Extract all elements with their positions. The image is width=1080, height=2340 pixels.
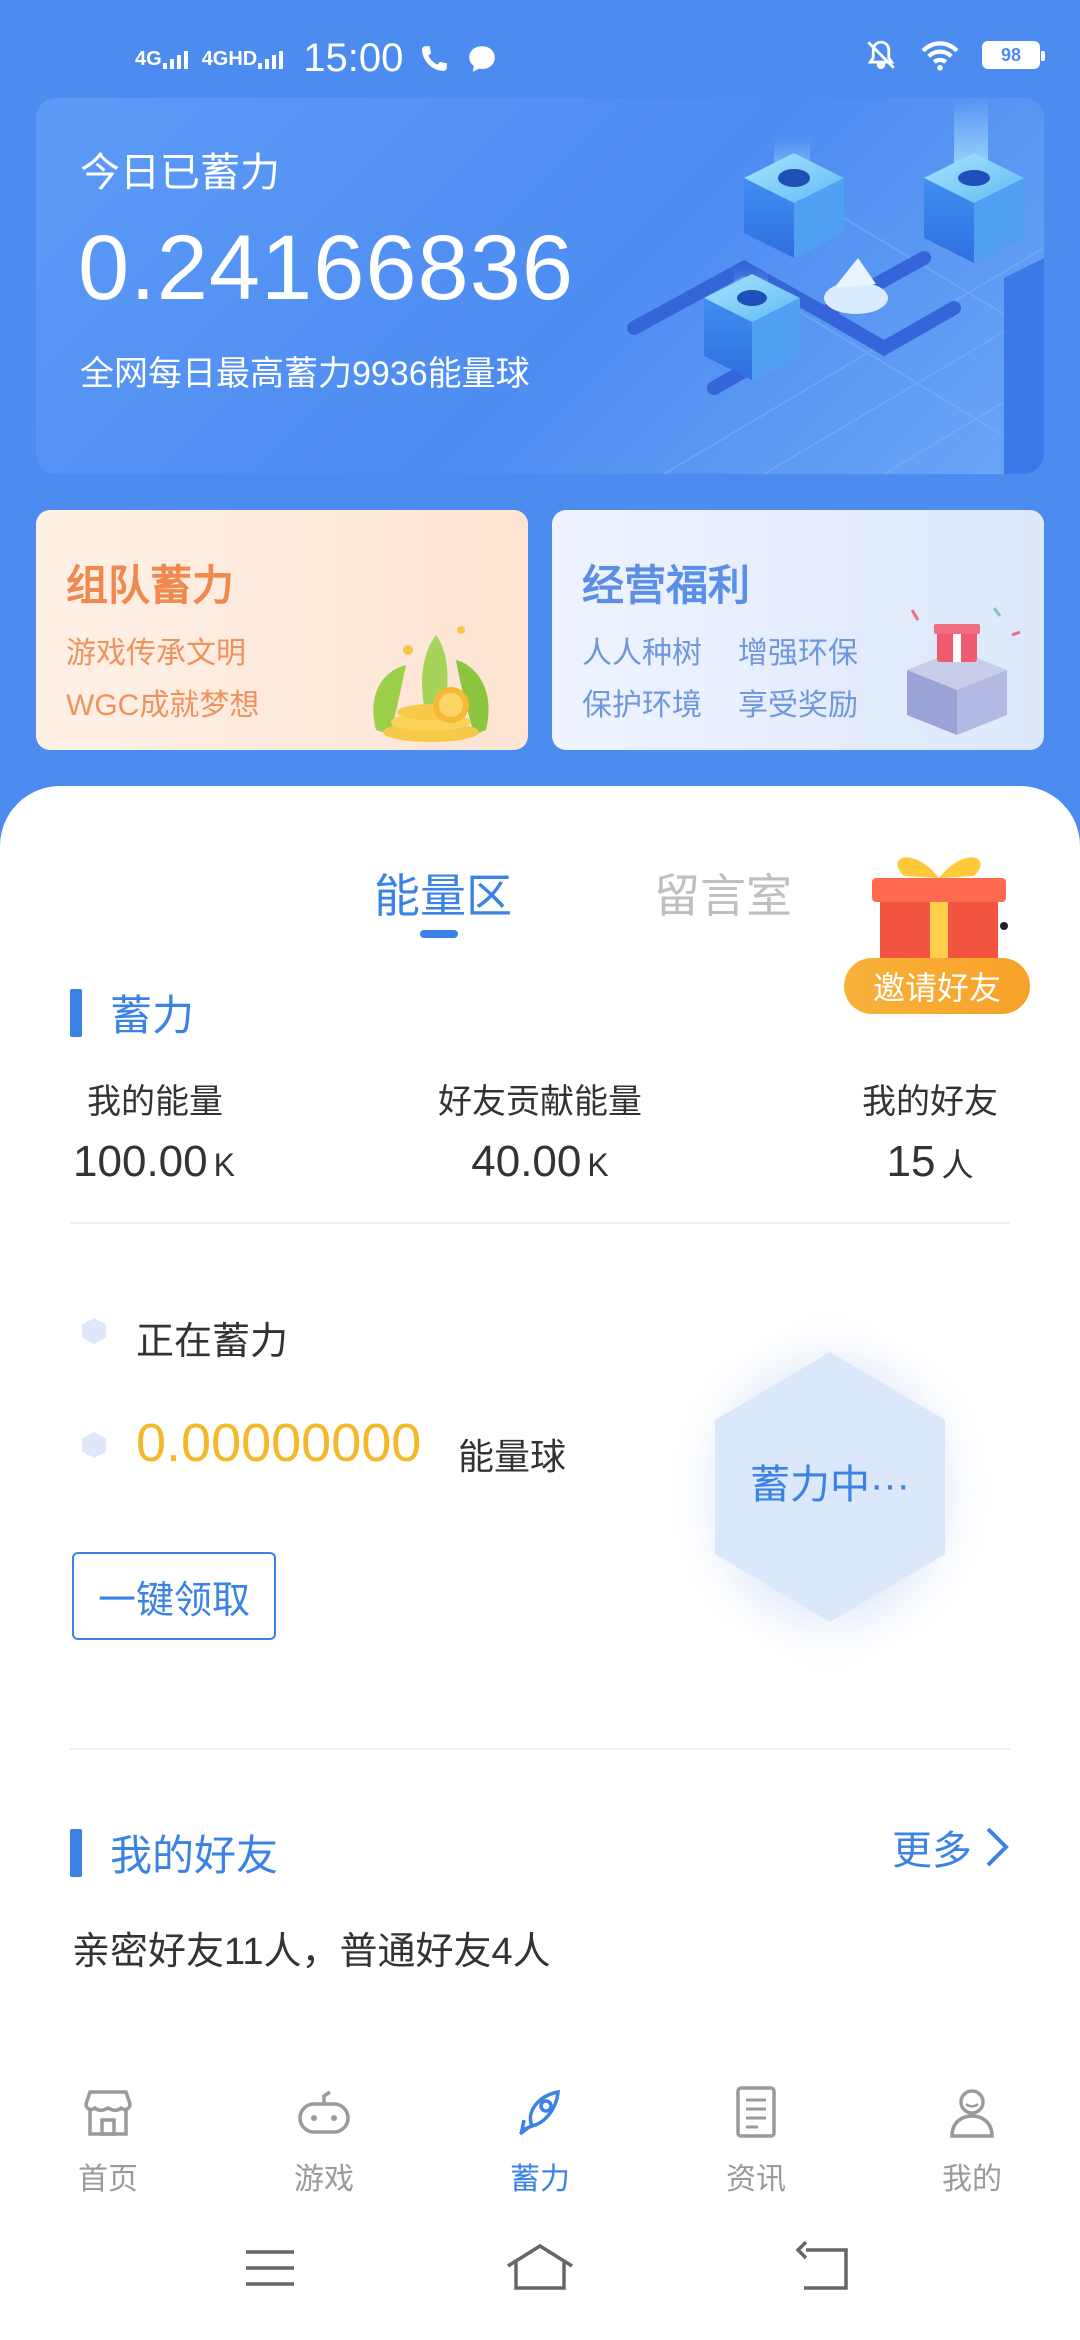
my-energy-value: 100.00	[73, 1137, 208, 1186]
stat-label: 好友贡献能量	[438, 1083, 642, 1121]
chevron-right-icon	[986, 1827, 1009, 1867]
team-charge-line2: WGC成就梦想	[66, 689, 260, 722]
network-type-2: 4GHD	[201, 47, 258, 70]
friends-count-value: 15	[886, 1137, 936, 1186]
section-marker	[70, 1828, 82, 1877]
rocket-icon	[518, 2089, 560, 2136]
stat-value: 100.00 K	[68, 1137, 240, 1187]
coins-plant-icon	[373, 626, 489, 742]
team-charge-card[interactable]: 组队蓄力 游戏传承文明 WGC成就梦想	[36, 510, 528, 750]
welfare-title: 经营福利	[582, 562, 751, 609]
nav-label: 首页	[78, 2163, 138, 2196]
welfare-line2b: 享受奖励	[738, 689, 858, 722]
charge-section-title: 蓄力	[110, 992, 195, 1039]
stat-my-friends: 我的好友 15 人	[850, 1074, 1010, 1187]
tab-message-room[interactable]: 留言室	[654, 860, 792, 926]
nav-home[interactable]: 首页	[48, 2082, 168, 2198]
tab-energy-zone[interactable]: 能量区	[374, 860, 512, 926]
mute-icon	[867, 40, 895, 70]
friend-energy-value: 40.00	[471, 1137, 582, 1186]
section-marker	[70, 988, 82, 1037]
hero-subtitle: 全网每日最高蓄力9936能量球	[80, 355, 530, 393]
network-type-1: 4G	[135, 47, 162, 70]
stat-friend-energy: 好友贡献能量 40.00 K	[420, 1074, 660, 1187]
nav-label: 资讯	[726, 2163, 786, 2196]
system-navigation-bar	[0, 2210, 1080, 2340]
home-icon[interactable]	[504, 2240, 576, 2296]
my-energy-unit: K	[213, 1147, 235, 1183]
friends-section-header: 我的好友	[70, 1822, 278, 1883]
nav-label: 游戏	[294, 2163, 354, 2196]
nav-label: 我的	[942, 2163, 1002, 2196]
divider	[70, 1222, 1010, 1224]
team-charge-title: 组队蓄力	[66, 562, 235, 609]
user-icon	[950, 2089, 994, 2138]
bottom-navigation: 首页 游戏 蓄力 资讯 我的	[0, 2070, 1080, 2210]
gamepad-icon	[298, 2090, 350, 2134]
message-icon	[469, 45, 496, 72]
today-charge-card: 今日已蓄力 0.24166836 全网每日最高蓄力9936能量球	[36, 98, 1044, 474]
charge-unit: 能量球	[458, 1436, 567, 1477]
friends-count-unit: 人	[941, 1147, 974, 1183]
charging-hexagon[interactable]: 蓄力中···	[640, 1292, 1020, 1692]
phone-icon	[422, 45, 448, 71]
stat-value: 40.00 K	[420, 1137, 660, 1187]
wifi-icon	[921, 41, 959, 71]
charge-value: 0.00000000	[136, 1413, 422, 1473]
welfare-line1b: 增强环保	[738, 637, 858, 670]
battery-level: 98	[1000, 44, 1022, 65]
friend-energy-unit: K	[587, 1147, 609, 1183]
tab-active-indicator	[420, 930, 458, 938]
status-time: 15:00	[303, 36, 404, 80]
stat-my-energy: 我的能量 100.00 K	[70, 1074, 240, 1187]
nav-label: 蓄力	[510, 2163, 570, 2196]
friends-section-title: 我的好友	[110, 1832, 279, 1879]
more-friends-link[interactable]: 更多	[892, 1818, 1010, 1876]
menu-icon[interactable]	[242, 2240, 298, 2296]
hero-value: 0.24166836	[78, 217, 575, 319]
blockchain-illustration	[627, 98, 1044, 474]
hero-title: 今日已蓄力	[80, 151, 280, 195]
battery-icon: 98	[982, 41, 1045, 69]
stat-label: 我的能量	[87, 1083, 223, 1121]
nav-charge[interactable]: 蓄力	[480, 2082, 600, 2198]
back-icon[interactable]	[796, 2240, 852, 2296]
charge-section-header: 蓄力	[70, 982, 194, 1043]
status-bar: 4G 4GHD 15:00 98	[0, 0, 1080, 110]
signal-icon-1: 4G	[135, 49, 188, 69]
signal-icon-2: 4GHD	[202, 49, 284, 69]
divider	[70, 1748, 1010, 1750]
gift-box-icon	[907, 607, 1021, 735]
collect-all-button[interactable]: 一键领取	[72, 1552, 276, 1640]
nav-news[interactable]: 资讯	[696, 2082, 816, 2198]
charging-status: 蓄力中···	[750, 1463, 910, 1507]
stat-value: 15 人	[850, 1137, 1010, 1187]
news-icon	[736, 2086, 776, 2138]
charging-label: 正在蓄力	[136, 1321, 289, 1363]
team-charge-line1: 游戏传承文明	[66, 637, 246, 670]
business-welfare-card[interactable]: 经营福利 人人种树 增强环保 保护环境 享受奖励	[552, 510, 1044, 750]
nav-profile[interactable]: 我的	[912, 2082, 1032, 2198]
nav-games[interactable]: 游戏	[264, 2082, 384, 2198]
stat-label: 我的好友	[862, 1083, 998, 1121]
store-icon	[84, 2090, 132, 2136]
welfare-line1a: 人人种树	[582, 637, 702, 670]
welfare-line2a: 保护环境	[582, 689, 702, 722]
invite-friends-button[interactable]: 邀请好友	[844, 958, 1030, 1014]
friends-summary: 亲密好友11人，普通好友4人	[72, 1931, 551, 1973]
more-label: 更多	[892, 1829, 972, 1873]
